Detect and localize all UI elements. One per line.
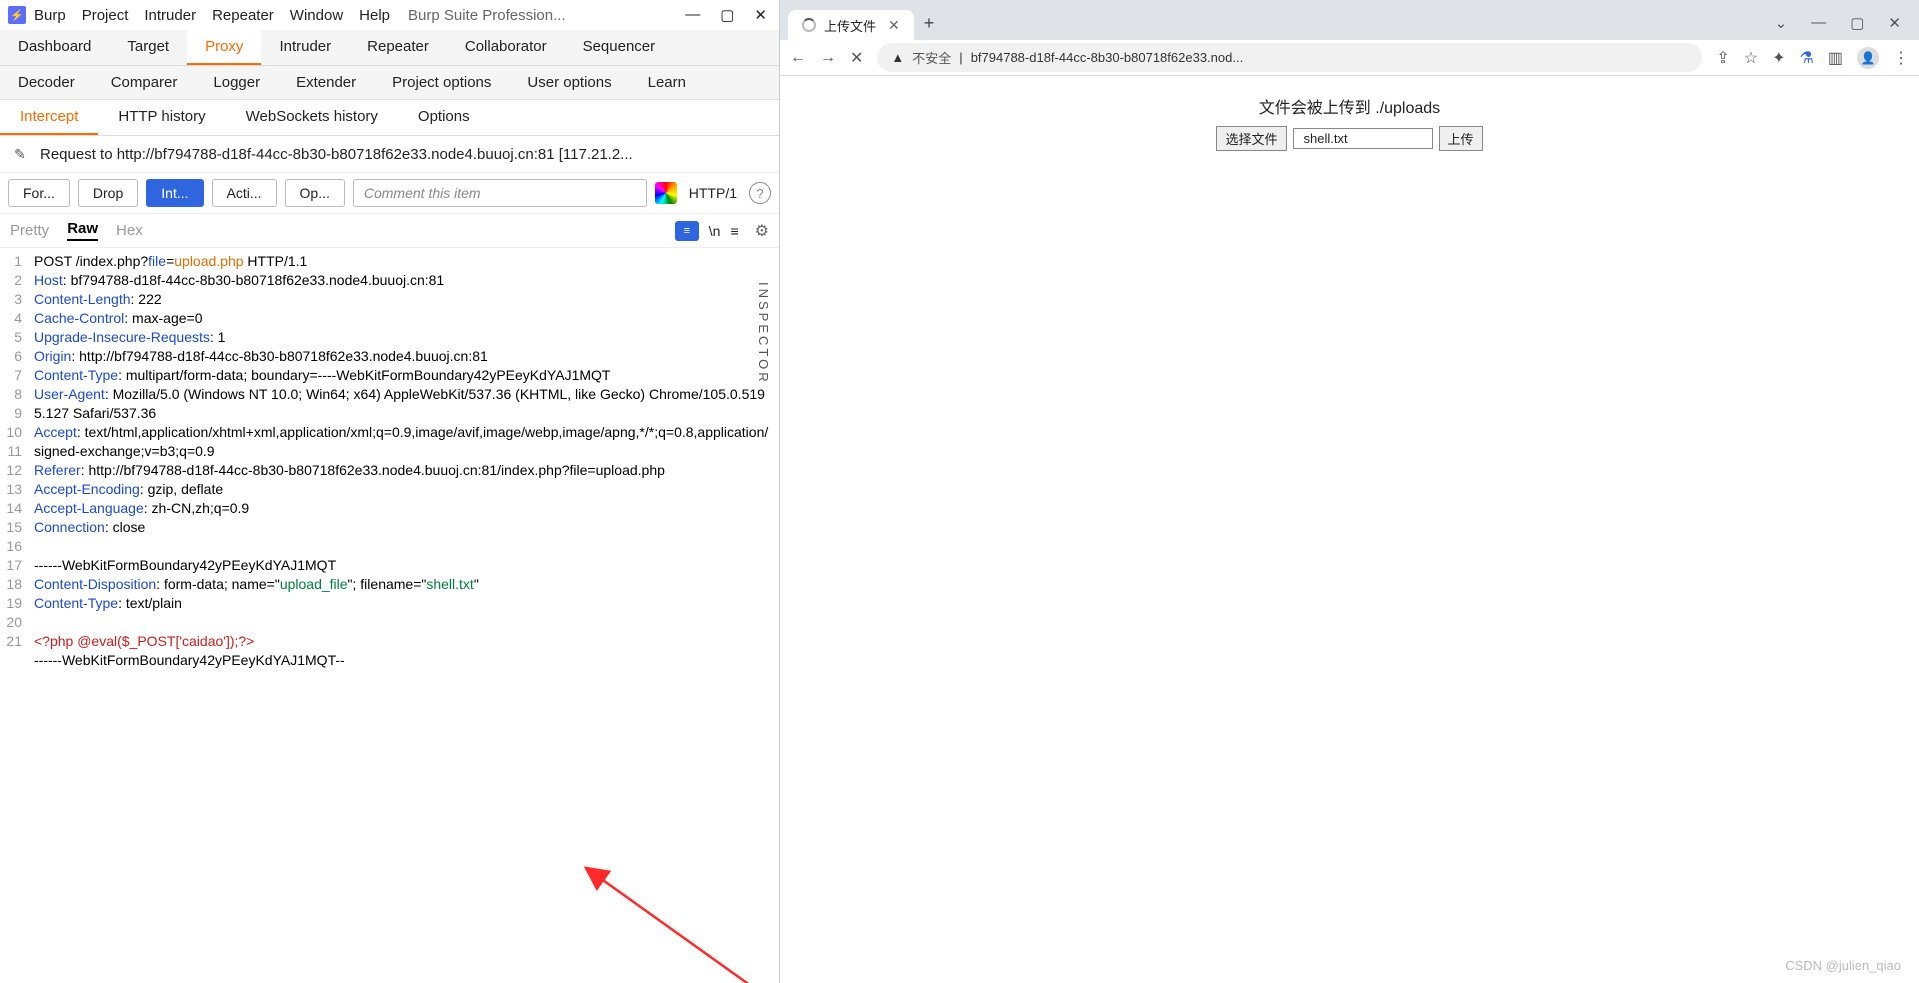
drop-button[interactable]: Drop [78,179,138,207]
browser-tab[interactable]: 上传文件 ✕ [788,10,914,40]
tab-project-options[interactable]: Project options [374,66,509,99]
menu-project[interactable]: Project [82,7,129,24]
selected-filename: shell.txt [1293,128,1433,149]
menu-burp[interactable]: Burp [34,7,66,24]
newline-toggle[interactable]: \n [709,223,721,239]
address-bar[interactable]: ▲ 不安全 | bf794788-d18f-44cc-8b30-b80718f6… [877,43,1702,72]
request-url: Request to http://bf794788-d18f-44cc-8b3… [40,146,633,163]
menu-repeater[interactable]: Repeater [212,7,274,24]
tab-proxy[interactable]: Proxy [187,30,261,65]
chrome-tab-strip: 上传文件 ✕ + ⌄ — ▢ ✕ [780,0,1919,40]
request-editor[interactable]: 123456789101112131415161718192021 POST /… [0,248,779,983]
flask-icon[interactable]: ⚗ [1800,48,1814,68]
upload-heading: 文件会被上传到 ./uploads [1259,94,1440,118]
burp-top-tabs-row2: DecoderComparerLoggerExtenderProject opt… [0,66,779,100]
loading-spinner-icon [802,18,816,32]
action-button[interactable]: Acti... [212,179,277,207]
minimize-icon[interactable]: — [1811,14,1826,32]
gear-icon[interactable]: ⚙ [755,221,769,241]
subtab-http-history[interactable]: HTTP history [98,100,225,135]
help-icon[interactable]: ? [749,182,771,204]
minimize-icon[interactable]: — [685,6,700,24]
page-content: 文件会被上传到 ./uploads 选择文件 shell.txt 上传 CSDN… [780,76,1919,983]
chrome-toolbar: ← → ✕ ▲ 不安全 | bf794788-d18f-44cc-8b30-b8… [780,40,1919,76]
subtab-intercept[interactable]: Intercept [0,100,98,135]
extensions-icon[interactable]: ✦ [1772,48,1785,68]
burp-top-tabs: DashboardTargetProxyIntruderRepeaterColl… [0,30,779,66]
maximize-icon[interactable]: ▢ [720,6,734,24]
view-tab-raw[interactable]: Raw [67,220,98,241]
chrome-window: 上传文件 ✕ + ⌄ — ▢ ✕ ← → ✕ ▲ 不安全 | bf794788-… [780,0,1919,983]
stop-icon[interactable]: ✕ [850,48,863,68]
forward-icon[interactable]: → [820,49,836,67]
menu-window[interactable]: Window [290,7,343,24]
tab-learn[interactable]: Learn [630,66,704,99]
tab-user-options[interactable]: User options [509,66,629,99]
chevron-down-icon[interactable]: ⌄ [1775,14,1788,32]
window-title: Burp Suite Profession... [408,7,566,24]
insecure-label: 不安全 [912,48,951,67]
tab-close-icon[interactable]: ✕ [888,17,900,34]
tab-comparer[interactable]: Comparer [93,66,196,99]
burp-window: ⚡ BurpProjectIntruderRepeaterWindowHelp … [0,0,780,983]
upload-form: 选择文件 shell.txt 上传 [1216,126,1482,151]
intercept-action-row: For... Drop Int... Acti... Op... Comment… [0,173,779,214]
tab-logger[interactable]: Logger [195,66,278,99]
tab-repeater[interactable]: Repeater [349,30,447,65]
back-icon[interactable]: ← [790,49,806,67]
reading-list-icon[interactable]: ▥ [1828,48,1843,68]
tab-target[interactable]: Target [109,30,187,65]
intercept-toggle-button[interactable]: Int... [146,179,203,207]
insecure-warning-icon: ▲ [891,50,904,65]
forward-button[interactable]: For... [8,179,70,207]
highlight-color-icon[interactable] [655,182,677,204]
message-view-tabs: Pretty Raw Hex ≡ \n ≡ ⚙ [0,214,779,248]
tab-dashboard[interactable]: Dashboard [0,30,109,65]
render-mode-icon[interactable]: ≡ [675,221,699,241]
chrome-window-controls: ⌄ — ▢ ✕ [1775,14,1911,40]
hamburger-icon[interactable]: ≡ [730,223,738,239]
tab-collaborator[interactable]: Collaborator [447,30,565,65]
http-version-label: HTTP/1 [685,185,741,201]
request-info-row: ✎ Request to http://bf794788-d18f-44cc-8… [0,136,779,173]
tab-title: 上传文件 [824,16,876,35]
proxy-sub-tabs: InterceptHTTP historyWebSockets historyO… [0,100,779,136]
close-icon[interactable]: ✕ [1888,14,1901,32]
upload-button[interactable]: 上传 [1439,126,1483,151]
menu-intruder[interactable]: Intruder [144,7,196,24]
star-icon[interactable]: ☆ [1744,48,1758,68]
new-tab-button[interactable]: + [914,7,945,40]
maximize-icon[interactable]: ▢ [1850,14,1864,32]
inspector-panel-label[interactable]: INSPECTOR [750,278,777,389]
tab-intruder[interactable]: Intruder [261,30,349,65]
window-controls: — ▢ ✕ [685,6,771,24]
kebab-menu-icon[interactable]: ⋮ [1893,48,1909,68]
burp-titlebar: ⚡ BurpProjectIntruderRepeaterWindowHelp … [0,0,779,30]
menu-help[interactable]: Help [359,7,390,24]
subtab-websockets-history[interactable]: WebSockets history [226,100,398,135]
tab-sequencer[interactable]: Sequencer [565,30,674,65]
edit-icon[interactable]: ✎ [10,144,30,164]
share-icon[interactable]: ⇪ [1716,48,1729,68]
choose-file-button[interactable]: 选择文件 [1216,126,1286,151]
comment-input[interactable]: Comment this item [353,179,647,207]
burp-menubar: Burp Project Intruder Repeater Window Help [34,7,390,24]
url-text: bf794788-d18f-44cc-8b30-b80718f62e33.nod… [971,50,1244,65]
open-browser-button[interactable]: Op... [285,179,345,207]
tab-decoder[interactable]: Decoder [0,66,93,99]
csdn-watermark: CSDN @julien_qiao [1785,958,1901,973]
close-icon[interactable]: ✕ [754,6,767,24]
burp-logo-icon: ⚡ [8,6,26,24]
subtab-options[interactable]: Options [398,100,490,135]
view-tab-pretty[interactable]: Pretty [10,222,49,239]
profile-avatar-icon[interactable]: 👤 [1857,47,1879,69]
tab-extender[interactable]: Extender [278,66,374,99]
view-tab-hex[interactable]: Hex [116,222,143,239]
